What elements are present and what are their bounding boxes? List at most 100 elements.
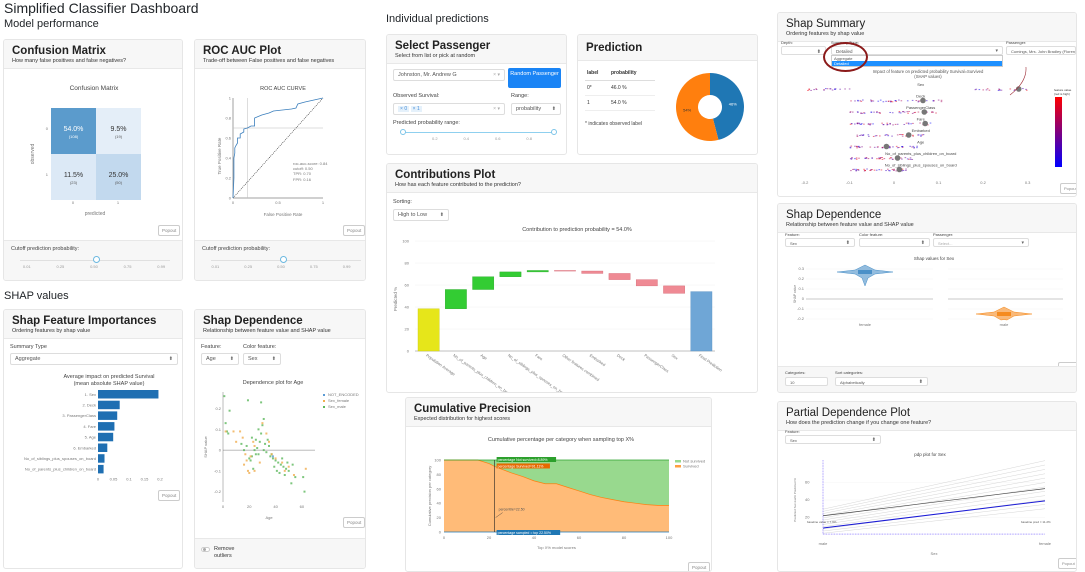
shap-point xyxy=(905,122,908,124)
popout-button[interactable]: Popout xyxy=(158,225,181,236)
cutoff-slider-handle[interactable] xyxy=(93,256,100,263)
prob-range-track[interactable] xyxy=(403,132,553,133)
random-passenger-button[interactable]: Random Passenger xyxy=(508,68,561,88)
shap-point xyxy=(869,146,872,148)
clear-and-caret-icon[interactable]: × ▾ xyxy=(493,72,500,79)
shap-point xyxy=(905,169,907,171)
x-axis-label: False Positive Rate xyxy=(264,212,303,217)
scatter-point xyxy=(257,428,260,431)
range-select[interactable]: probability ⬍ xyxy=(511,103,561,115)
violin-shape xyxy=(836,264,894,287)
scatter-point xyxy=(261,422,264,425)
feature-select[interactable]: Sex ⬍ xyxy=(785,238,855,247)
scatter-point xyxy=(287,465,290,468)
color-feature-select[interactable]: Sex ⬍ xyxy=(243,353,281,365)
shap-point xyxy=(876,112,878,114)
passenger-select[interactable]: Cumings, Mrs. John Bradley (Florence Bri… xyxy=(1006,46,1076,55)
scatter-point xyxy=(291,463,294,466)
popout-button[interactable]: Popout xyxy=(158,490,181,501)
shap-point xyxy=(850,145,853,147)
feature-select[interactable]: Age ⬍ xyxy=(201,353,239,365)
x-tick: 0.2 xyxy=(157,477,163,482)
shap-point xyxy=(871,157,874,159)
shap-point xyxy=(868,135,870,137)
summary-type-select[interactable]: Aggregate ⬍ xyxy=(10,353,178,365)
shap-point xyxy=(880,169,883,171)
scatter-point xyxy=(260,401,263,404)
y-tick: 0 xyxy=(407,349,410,354)
shap-point xyxy=(898,112,901,114)
shap-point xyxy=(854,100,856,102)
roc-chart: ROC AUC CURVE 00.20.40.60.810 0.5 1 False … xyxy=(217,86,328,217)
chart-title: Confusion Matrix xyxy=(70,85,120,92)
shap-point xyxy=(872,135,875,137)
scatter-point xyxy=(277,461,280,464)
x-tick: 0 xyxy=(222,504,225,509)
depth-input[interactable]: ⬍ xyxy=(781,46,826,55)
clear-and-caret-icon[interactable]: × ▾ xyxy=(493,106,500,113)
y-tick: 60 xyxy=(437,486,442,491)
shap-point xyxy=(865,157,868,159)
color-feature-select[interactable]: ⬍ xyxy=(859,238,930,247)
x-tick: male xyxy=(819,541,828,546)
categories-input[interactable]: 10 xyxy=(785,377,828,386)
tick: 0.99 xyxy=(342,264,351,269)
shap-point xyxy=(919,122,921,124)
shap-point xyxy=(859,146,861,148)
shap-point xyxy=(898,111,901,113)
shap-point xyxy=(875,135,878,137)
shap-point xyxy=(881,158,884,160)
shap-point xyxy=(867,123,870,125)
shap-point xyxy=(859,135,861,137)
shap-point xyxy=(916,147,918,149)
shap-point xyxy=(889,157,892,159)
feature-select[interactable]: Sex ⬍ xyxy=(785,435,881,444)
card-subtitle: Ordering features by shap value xyxy=(12,328,91,334)
shap-point xyxy=(896,134,899,136)
shap-point xyxy=(855,157,858,159)
popout-button[interactable]: Popout xyxy=(1060,183,1076,194)
scatter-point xyxy=(254,438,257,441)
tag[interactable]: × 0 xyxy=(398,106,410,112)
scatter-point xyxy=(223,395,226,398)
shap-point xyxy=(866,168,868,170)
shap-point xyxy=(877,100,880,102)
shap-point xyxy=(901,146,903,148)
prob-range-handle-low[interactable] xyxy=(400,129,406,135)
sort-categories-select[interactable]: Alphabetically ⬍ xyxy=(835,377,928,386)
observed-survival-multiselect[interactable]: × 0 × 1 × ▾ xyxy=(393,103,505,115)
x-tick: 0 xyxy=(232,200,235,205)
shap-point xyxy=(894,123,897,125)
selected-passenger-marker xyxy=(921,109,928,115)
category-label: Deck xyxy=(616,353,626,362)
feature-label: Sex xyxy=(917,82,924,87)
shap-point xyxy=(935,112,937,114)
shap-point xyxy=(810,89,812,91)
card-subtitle: Relationship between feature value and S… xyxy=(786,222,914,228)
scatter-point xyxy=(274,459,277,462)
scatter-point xyxy=(287,469,290,472)
shap-point xyxy=(881,122,883,124)
passenger-select[interactable]: Select... ▾ xyxy=(933,238,1029,247)
passenger-select[interactable]: Johnston, Mr. Andrew G × ▾ xyxy=(393,69,505,81)
shap-point xyxy=(862,99,864,101)
prob-range-handle-high[interactable] xyxy=(551,129,557,135)
select-value: Alphabetically xyxy=(840,380,865,385)
tag-label: 0 xyxy=(404,106,408,112)
prediction-table: label probability 0* 46.0 % 1 54.0 % xyxy=(585,66,655,111)
popout-button[interactable]: Popout xyxy=(343,225,365,236)
cutoff-slider-handle[interactable] xyxy=(280,256,287,263)
popout-button[interactable]: Popout xyxy=(688,562,711,571)
chart-title: Contribution to prediction probability =… xyxy=(522,227,632,233)
remove-outliers-toggle[interactable] xyxy=(201,547,210,552)
shap-point xyxy=(906,100,909,102)
card-title: Shap Dependence xyxy=(786,209,882,221)
card-title: Select Passenger xyxy=(395,40,491,52)
category-label: PassengerClass xyxy=(643,353,670,374)
tag[interactable]: × 1 xyxy=(410,106,422,112)
scatter-point xyxy=(260,432,263,435)
shap-point xyxy=(988,89,991,91)
shap-point xyxy=(909,157,912,159)
popout-button[interactable]: Popout xyxy=(343,517,365,528)
popout-button[interactable]: Popout xyxy=(1058,558,1076,569)
